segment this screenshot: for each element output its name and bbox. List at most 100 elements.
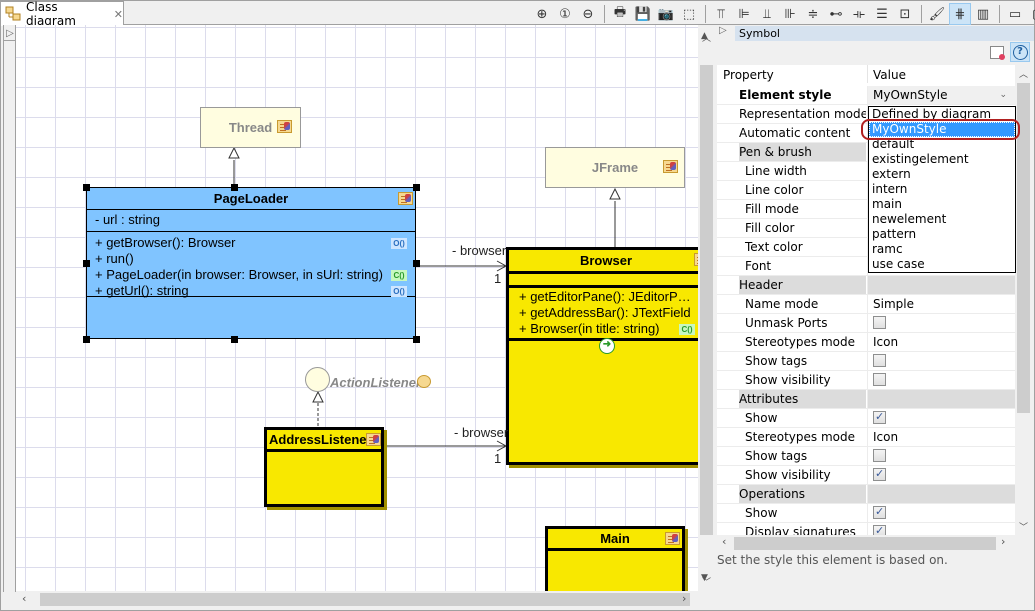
resize-handle-s[interactable] bbox=[231, 336, 238, 343]
resize-handle-nw[interactable] bbox=[83, 184, 90, 191]
class-jframe[interactable]: JFrame bbox=[545, 147, 685, 188]
operation-item[interactable]: + run() bbox=[95, 251, 415, 267]
dropdown-option[interactable]: intern bbox=[869, 182, 1015, 197]
scroll-right-icon[interactable]: › bbox=[1001, 535, 1005, 548]
select-region-button[interactable]: ⬚ bbox=[678, 3, 700, 25]
resize-handle-w[interactable] bbox=[83, 260, 90, 267]
class-thread[interactable]: Thread bbox=[200, 107, 301, 148]
layout-button[interactable]: ▥ bbox=[972, 3, 994, 25]
scrollbar-thumb[interactable] bbox=[700, 73, 713, 533]
minimize-button[interactable]: ▭ bbox=[1004, 3, 1026, 25]
center-horizontal-button[interactable]: ≑ bbox=[802, 3, 824, 25]
property-row[interactable]: Show tags bbox=[717, 447, 1015, 466]
distribute-vertical-button[interactable]: ☰ bbox=[871, 3, 893, 25]
resize-handle-ne[interactable] bbox=[413, 184, 420, 191]
element-style-combo[interactable]: MyOwnStyle ⌄ bbox=[867, 86, 1015, 104]
format-painter-button[interactable]: 🖌 bbox=[926, 3, 948, 25]
property-group-row[interactable]: Operations bbox=[717, 485, 1015, 504]
scroll-down-icon[interactable]: ﹀ bbox=[1019, 520, 1028, 533]
property-value[interactable]: Icon bbox=[867, 333, 1015, 351]
property-value[interactable]: Simple bbox=[867, 295, 1015, 313]
scroll-up-icon[interactable]: ︿ bbox=[1019, 67, 1028, 80]
interface-lollipop[interactable] bbox=[305, 367, 330, 392]
property-row[interactable]: Show tags bbox=[717, 352, 1015, 371]
tab-class-diagram[interactable]: Class diagram ✕ bbox=[1, 0, 124, 28]
resize-handle-n[interactable] bbox=[231, 184, 238, 191]
center-vertical-button[interactable]: ⊷ bbox=[825, 3, 847, 25]
navigate-arrow-icon[interactable]: ➜ bbox=[599, 338, 615, 354]
scroll-left-icon[interactable]: ‹ bbox=[22, 592, 26, 605]
canvas-horizontal-scrollbar[interactable]: ‹ › bbox=[16, 591, 698, 608]
property-row[interactable]: Unmask Ports bbox=[717, 314, 1015, 333]
dropdown-option[interactable]: ramc bbox=[869, 242, 1015, 257]
operation-item[interactable]: + getEditorPane(): JEditorP… bbox=[519, 289, 698, 305]
resize-handle-e[interactable] bbox=[413, 260, 420, 267]
expand-section-icon[interactable]: ▷ bbox=[719, 25, 727, 36]
property-row[interactable]: Show bbox=[717, 503, 1015, 523]
dropdown-option[interactable]: use case bbox=[869, 257, 1015, 272]
scroll-right-icon[interactable]: › bbox=[682, 592, 686, 605]
dropdown-option[interactable]: existingelement bbox=[869, 152, 1015, 167]
chevron-down-icon[interactable]: ⌄ bbox=[999, 86, 1007, 104]
align-left-button[interactable]: ⊫ bbox=[733, 3, 755, 25]
column-header-property[interactable]: Property bbox=[723, 65, 850, 83]
diagram-canvas[interactable]: Thread JFrame PageLoader - url : string … bbox=[16, 25, 698, 591]
close-icon[interactable]: ✕ bbox=[114, 8, 123, 21]
property-checkbox[interactable] bbox=[873, 503, 886, 521]
property-value[interactable]: Icon bbox=[867, 428, 1015, 446]
property-checkbox[interactable] bbox=[873, 408, 886, 426]
property-row[interactable]: Stereotypes mode Icon bbox=[717, 333, 1015, 352]
column-header-value[interactable]: Value bbox=[867, 65, 1015, 83]
zoom-reset-button[interactable]: ① bbox=[554, 3, 576, 25]
property-group-row[interactable]: Attributes bbox=[717, 390, 1015, 409]
property-group-row[interactable]: Header bbox=[717, 276, 1015, 295]
scroll-up-icon[interactable]: ︿ bbox=[702, 31, 711, 44]
scrollbar-thumb[interactable] bbox=[40, 593, 690, 606]
property-checkbox[interactable] bbox=[873, 373, 886, 386]
maximize-button[interactable]: ▢ bbox=[1027, 3, 1035, 25]
operation-item[interactable]: + getBrowser(): Browser O() bbox=[95, 235, 415, 251]
scrollbar-thumb[interactable] bbox=[734, 537, 996, 550]
dropdown-option[interactable]: newelement bbox=[869, 212, 1015, 227]
property-row[interactable]: Element style MyOwnStyle ⌄ bbox=[717, 86, 1015, 105]
property-table-horizontal-scrollbar[interactable]: ‹ › bbox=[717, 535, 1015, 552]
dropdown-option[interactable]: extern bbox=[869, 167, 1015, 182]
property-checkbox[interactable] bbox=[873, 465, 886, 483]
resize-handle-se[interactable] bbox=[413, 336, 420, 343]
property-row[interactable]: Show bbox=[717, 408, 1015, 428]
screenshot-button[interactable]: 📷 bbox=[655, 3, 677, 25]
class-pageloader[interactable]: PageLoader - url : string + getBrowser()… bbox=[86, 187, 416, 339]
scroll-left-icon[interactable]: ‹ bbox=[722, 535, 726, 548]
attribute-item[interactable]: - url : string bbox=[95, 210, 415, 230]
expand-palette-icon[interactable]: ▷ bbox=[4, 27, 16, 41]
class-addresslistener[interactable]: AddressListener bbox=[264, 427, 384, 507]
dropdown-option[interactable]: main bbox=[869, 197, 1015, 212]
property-checkbox[interactable] bbox=[873, 316, 886, 329]
class-browser[interactable]: Browser + getEditorPane(): JEditorP… + ge… bbox=[506, 247, 698, 465]
help-button[interactable]: ? bbox=[1010, 42, 1030, 62]
property-row[interactable]: Stereotypes mode Icon bbox=[717, 428, 1015, 447]
save-button[interactable]: 💾 bbox=[632, 3, 654, 25]
align-top-button[interactable]: ⫪ bbox=[710, 3, 732, 25]
align-bottom-button[interactable]: ⫫ bbox=[756, 3, 778, 25]
edit-properties-button[interactable] bbox=[987, 42, 1007, 62]
operation-item[interactable]: + PageLoader(in browser: Browser, in sUr… bbox=[95, 267, 415, 283]
operation-item[interactable]: + getAddressBar(): JTextField bbox=[519, 305, 698, 321]
same-size-button[interactable]: ⊡ bbox=[894, 3, 916, 25]
zoom-out-button[interactable]: ⊖ bbox=[577, 3, 599, 25]
operation-item[interactable]: + getUrl(): string O() bbox=[95, 283, 415, 299]
property-row[interactable]: Show visibility bbox=[717, 371, 1015, 390]
distribute-horizontal-button[interactable]: ⟛ bbox=[848, 3, 870, 25]
property-checkbox[interactable] bbox=[873, 449, 886, 462]
panel-vertical-scrollbar[interactable]: ︿ ﹀ bbox=[698, 25, 715, 610]
class-main[interactable]: Main bbox=[545, 526, 685, 591]
scroll-down-icon[interactable]: ﹀ bbox=[702, 575, 711, 588]
property-row[interactable]: Name mode Simple bbox=[717, 295, 1015, 314]
dropdown-option[interactable]: pattern bbox=[869, 227, 1015, 242]
align-right-button[interactable]: ⊪ bbox=[779, 3, 801, 25]
section-header-symbol[interactable]: Symbol bbox=[735, 26, 1034, 41]
property-row[interactable]: Show visibility bbox=[717, 465, 1015, 485]
operation-item[interactable]: + Browser(in title: string) C() bbox=[519, 321, 698, 337]
print-button[interactable]: 🖶 bbox=[609, 3, 631, 25]
property-checkbox[interactable] bbox=[873, 354, 886, 367]
